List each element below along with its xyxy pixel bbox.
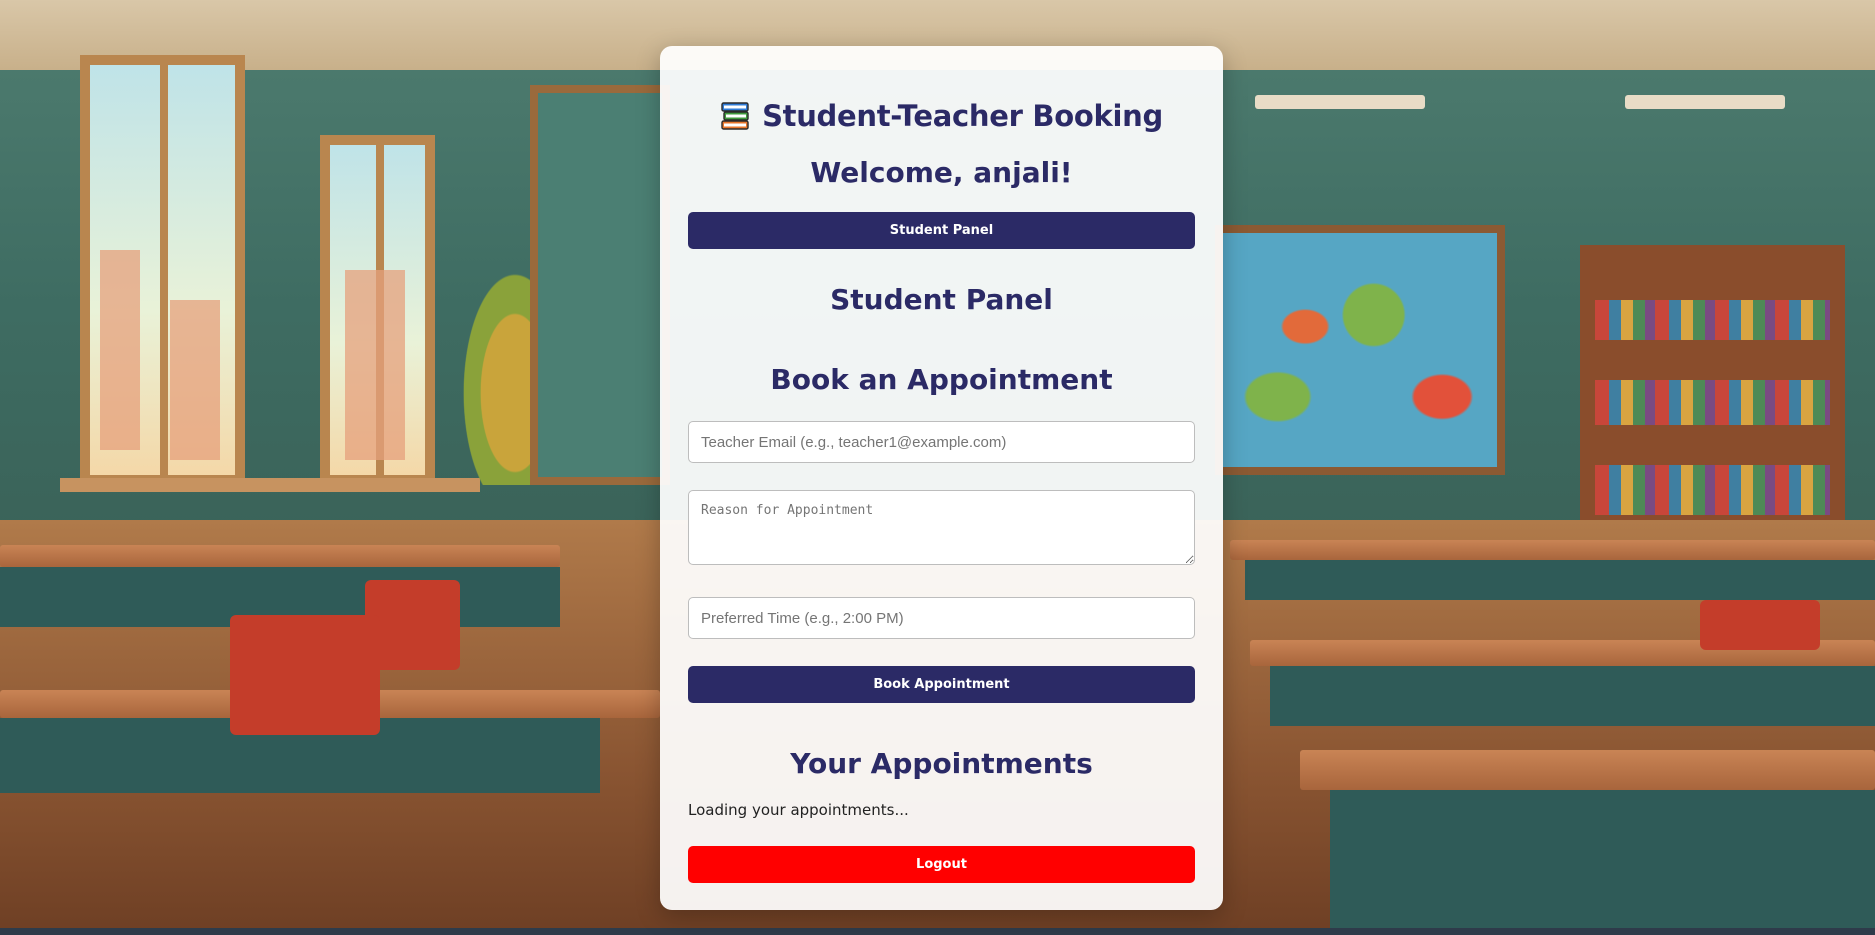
student-panel-heading: Student Panel [830,283,1053,316]
preferred-time-input[interactable] [688,597,1195,639]
app-title-text: Student-Teacher Booking [762,99,1163,133]
appointments-status-text: Loading your appointments... [688,801,909,819]
app-title: Student-Teacher Booking [688,96,1195,136]
student-panel-button[interactable]: Student Panel [688,212,1195,249]
welcome-heading: Welcome, anjali! [810,156,1073,189]
reason-textarea[interactable] [688,490,1195,565]
book-appointment-button[interactable]: Book Appointment [688,666,1195,703]
your-appointments-heading: Your Appointments [790,747,1093,780]
logout-button[interactable]: Logout [688,846,1195,883]
booking-form: Book Appointment [688,421,1195,703]
booking-card: Student-Teacher Booking Welcome, anjali!… [660,46,1223,910]
books-icon [720,100,752,132]
book-appointment-heading: Book an Appointment [770,363,1113,396]
teacher-email-input[interactable] [688,421,1195,463]
